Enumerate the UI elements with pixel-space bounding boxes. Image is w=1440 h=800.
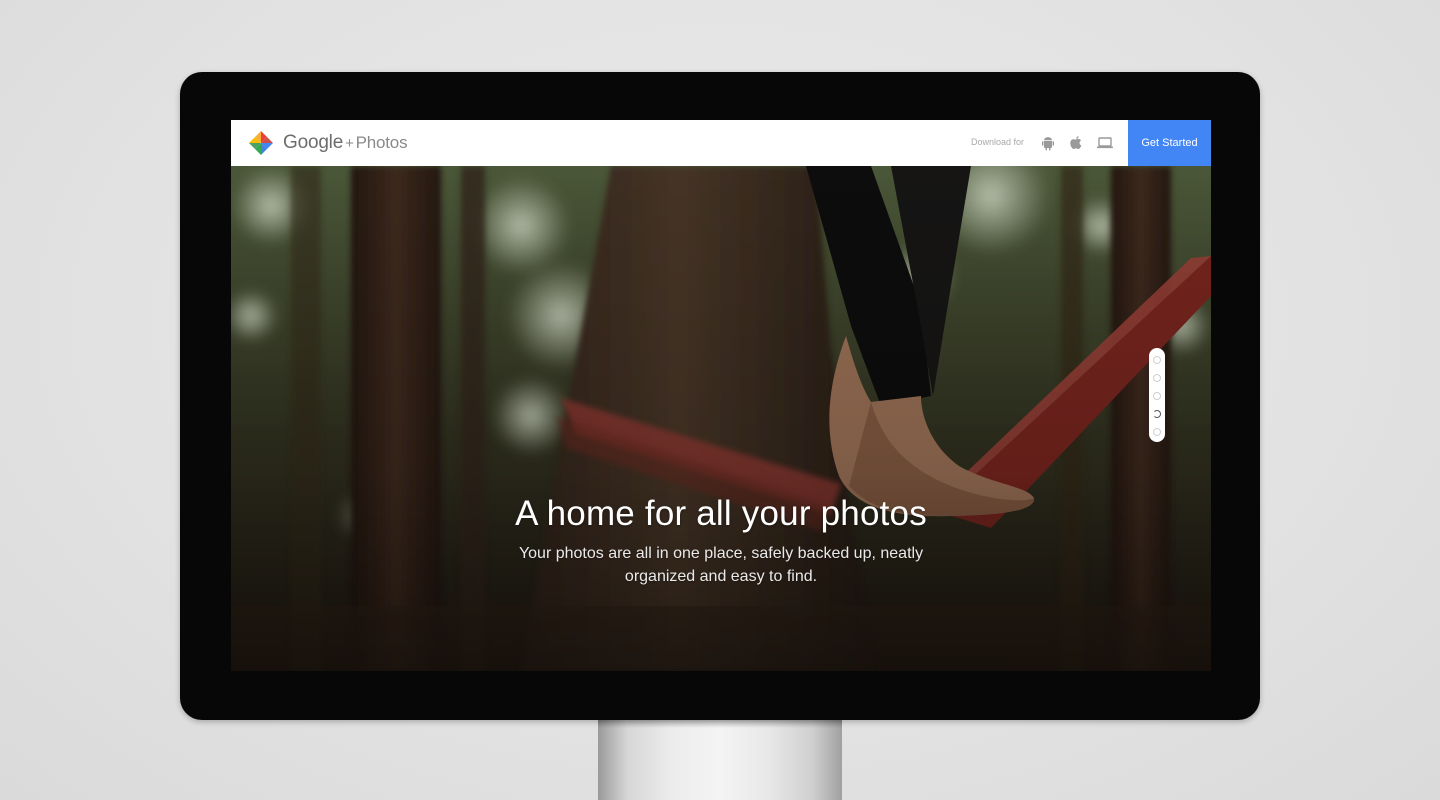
- site-header: Google + Photos Download for Get Started: [231, 120, 1211, 166]
- hero-headline: A home for all your photos: [515, 494, 927, 533]
- monitor-stand: [598, 718, 842, 800]
- hero-section: A home for all your photos Your photos a…: [231, 166, 1211, 671]
- android-icon[interactable]: [1039, 134, 1057, 152]
- brand-photos-text: Photos: [355, 133, 408, 152]
- hero-photo-slackline: [231, 166, 1211, 671]
- pager-dot-2[interactable]: [1153, 374, 1161, 382]
- laptop-icon[interactable]: [1096, 134, 1114, 152]
- pager-dot-4-active[interactable]: [1153, 410, 1161, 418]
- hero-subline: Your photos are all in one place, safely…: [518, 545, 924, 585]
- browser-screen: Google+Photos Download for Get Started: [231, 120, 1211, 671]
- brand-google-text: Google: [283, 132, 344, 153]
- google-photos-pinwheel-icon[interactable]: [247, 129, 275, 157]
- pager-dot-3[interactable]: [1153, 392, 1161, 400]
- pager-dot-1[interactable]: [1153, 356, 1161, 364]
- pager-dot-5[interactable]: [1153, 428, 1161, 436]
- brand-wordmark[interactable]: Google + Photos: [283, 132, 408, 154]
- brand-plus-text: +: [345, 135, 354, 152]
- download-label: Download for: [971, 137, 1025, 147]
- get-started-button[interactable]: Get Started: [1128, 120, 1211, 166]
- section-pager: [1149, 348, 1165, 442]
- apple-icon[interactable]: [1067, 134, 1085, 152]
